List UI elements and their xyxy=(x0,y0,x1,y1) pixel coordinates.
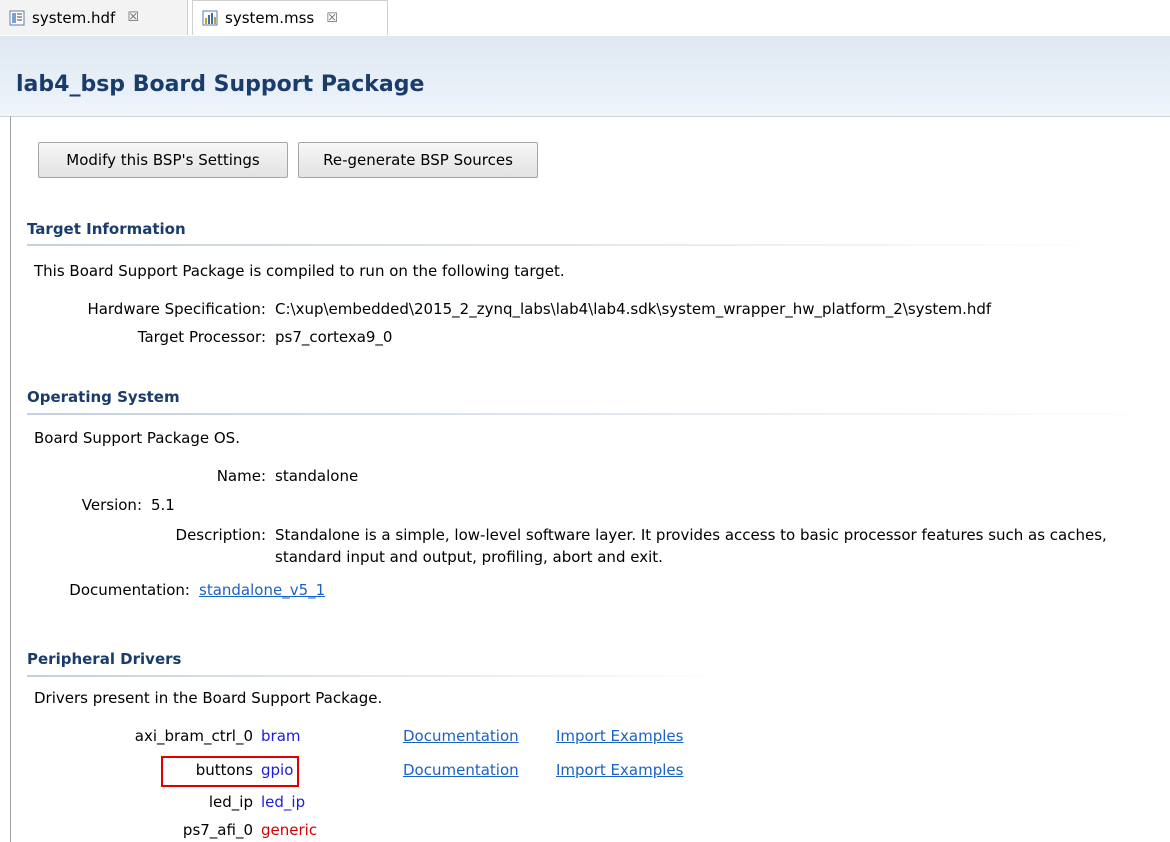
os-description-label: Description: xyxy=(175,526,266,544)
driver-documentation-link[interactable]: Documentation xyxy=(403,727,519,745)
standalone-documentation-link[interactable]: standalone_v5_1 xyxy=(199,581,325,599)
peripheral-name: axi_bram_ctrl_0 xyxy=(134,727,253,745)
os-documentation-label: Documentation: xyxy=(69,581,190,599)
tab-system-hdf[interactable]: system.hdf ☒ xyxy=(0,0,188,35)
os-description-line1: Standalone is a simple, low-level softwa… xyxy=(275,526,1107,544)
driver-name: bram xyxy=(261,727,301,745)
section-divider xyxy=(27,675,727,677)
peripheral-name: ps7_afi_0 xyxy=(182,821,253,839)
tab-system-mss[interactable]: system.mss ☒ xyxy=(192,0,388,35)
import-examples-link[interactable]: Import Examples xyxy=(556,727,683,745)
driver-name: generic xyxy=(261,821,318,839)
driver-name: gpio xyxy=(261,761,294,779)
tab-label: system.mss xyxy=(225,9,315,27)
hardware-spec-label: Hardware Specification: xyxy=(87,300,266,318)
section-divider xyxy=(27,413,1170,415)
close-icon[interactable]: ☒ xyxy=(127,10,139,25)
section-divider xyxy=(27,244,1117,246)
target-processor-value: ps7_cortexa9_0 xyxy=(275,328,393,346)
os-description-line2: standard input and output, profiling, ab… xyxy=(275,548,663,566)
os-version-label: Version: xyxy=(81,496,142,514)
mss-file-icon xyxy=(201,9,219,27)
peripheral-name: led_ip xyxy=(208,793,253,811)
os-name-value: standalone xyxy=(275,467,359,485)
driver-name: led_ip xyxy=(261,793,306,811)
target-intro-text: This Board Support Package is compiled t… xyxy=(34,262,565,280)
driver-documentation-link[interactable]: Documentation xyxy=(403,761,519,779)
target-processor-label: Target Processor: xyxy=(137,328,266,346)
section-title-operating-system: Operating System xyxy=(27,388,180,406)
bsp-overview-content: Modify this BSP's Settings Re-generate B… xyxy=(11,116,1170,842)
section-title-target-information: Target Information xyxy=(27,220,186,238)
page-title: lab4_bsp Board Support Package xyxy=(16,72,425,97)
editor-tab-bar: system.hdf ☒ system.mss ☒ xyxy=(0,0,1170,37)
drivers-intro-text: Drivers present in the Board Support Pac… xyxy=(34,689,383,707)
hardware-spec-value: C:\xup\embedded\2015_2_zynq_labs\lab4\la… xyxy=(275,300,992,318)
modify-bsp-settings-button[interactable]: Modify this BSP's Settings xyxy=(38,142,288,178)
peripheral-name: buttons xyxy=(195,761,253,779)
tab-label: system.hdf xyxy=(32,8,116,27)
hdf-file-icon xyxy=(8,9,26,27)
form-header: lab4_bsp Board Support Package xyxy=(0,36,1170,117)
os-version-value: 5.1 xyxy=(151,496,175,514)
section-title-peripheral-drivers: Peripheral Drivers xyxy=(27,650,182,668)
close-icon[interactable]: ☒ xyxy=(326,11,338,26)
regenerate-bsp-sources-button[interactable]: Re-generate BSP Sources xyxy=(298,142,538,178)
os-intro-text: Board Support Package OS. xyxy=(34,429,240,447)
os-name-label: Name: xyxy=(216,467,266,485)
import-examples-link[interactable]: Import Examples xyxy=(556,761,683,779)
